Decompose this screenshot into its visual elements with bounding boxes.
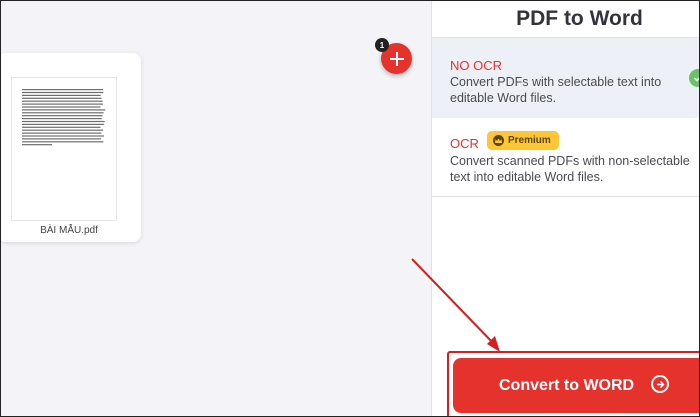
option-no-ocr[interactable]: NO OCR Convert PDFs with selectable text… bbox=[432, 37, 699, 119]
preview-text-line bbox=[22, 103, 104, 105]
premium-label: Premium bbox=[508, 135, 551, 146]
file-thumbnail bbox=[11, 77, 117, 221]
preview-text-line bbox=[22, 135, 105, 137]
preview-text-line bbox=[22, 89, 103, 91]
preview-text-line bbox=[22, 115, 103, 117]
option-title: NO OCR bbox=[450, 58, 502, 73]
preview-text-line bbox=[22, 109, 106, 111]
file-name: BÀI MẪU.pdf bbox=[40, 225, 98, 236]
preview-text-line bbox=[22, 123, 104, 125]
file-card[interactable]: BÀI MẪU.pdf bbox=[1, 53, 141, 242]
preview-text-line bbox=[22, 106, 101, 108]
convert-to-word-button[interactable]: Convert to WORD bbox=[453, 358, 699, 413]
preview-text-line bbox=[22, 91, 104, 94]
preview-text-line bbox=[22, 126, 101, 128]
preview-text-line bbox=[22, 141, 104, 143]
check-icon bbox=[689, 69, 699, 87]
preview-text-line bbox=[22, 100, 103, 102]
option-description: Convert PDFs with selectable text into e… bbox=[450, 75, 662, 105]
premium-badge: Premium bbox=[487, 131, 559, 150]
option-description: Convert scanned PDFs with non-selectable… bbox=[450, 154, 690, 184]
sidebar-title: PDF to Word bbox=[516, 7, 643, 30]
arrow-right-circle-icon bbox=[651, 375, 669, 393]
preview-text-line bbox=[22, 94, 101, 96]
preview-text-line bbox=[22, 120, 105, 123]
option-title: OCR bbox=[450, 136, 479, 151]
preview-text-line bbox=[22, 129, 103, 131]
preview-text-line bbox=[22, 144, 52, 146]
file-count-badge: 1 bbox=[375, 38, 389, 52]
app-frame: BÀI MẪU.pdf 1 PDF to Word NO OCR Convert… bbox=[0, 0, 700, 417]
plus-icon bbox=[389, 51, 404, 66]
preview-text-line bbox=[22, 138, 101, 140]
preview-text-line bbox=[22, 132, 102, 134]
crown-icon bbox=[493, 135, 504, 146]
preview-text-line bbox=[22, 112, 104, 114]
convert-label: Convert to WORD bbox=[499, 377, 635, 394]
option-ocr[interactable]: OCR Premium Convert scanned PDFs with no… bbox=[432, 118, 699, 197]
document-preview-lines bbox=[22, 89, 106, 146]
workspace-area: BÀI MẪU.pdf 1 bbox=[1, 1, 431, 416]
preview-text-line bbox=[22, 97, 102, 99]
preview-text-line bbox=[22, 118, 102, 120]
